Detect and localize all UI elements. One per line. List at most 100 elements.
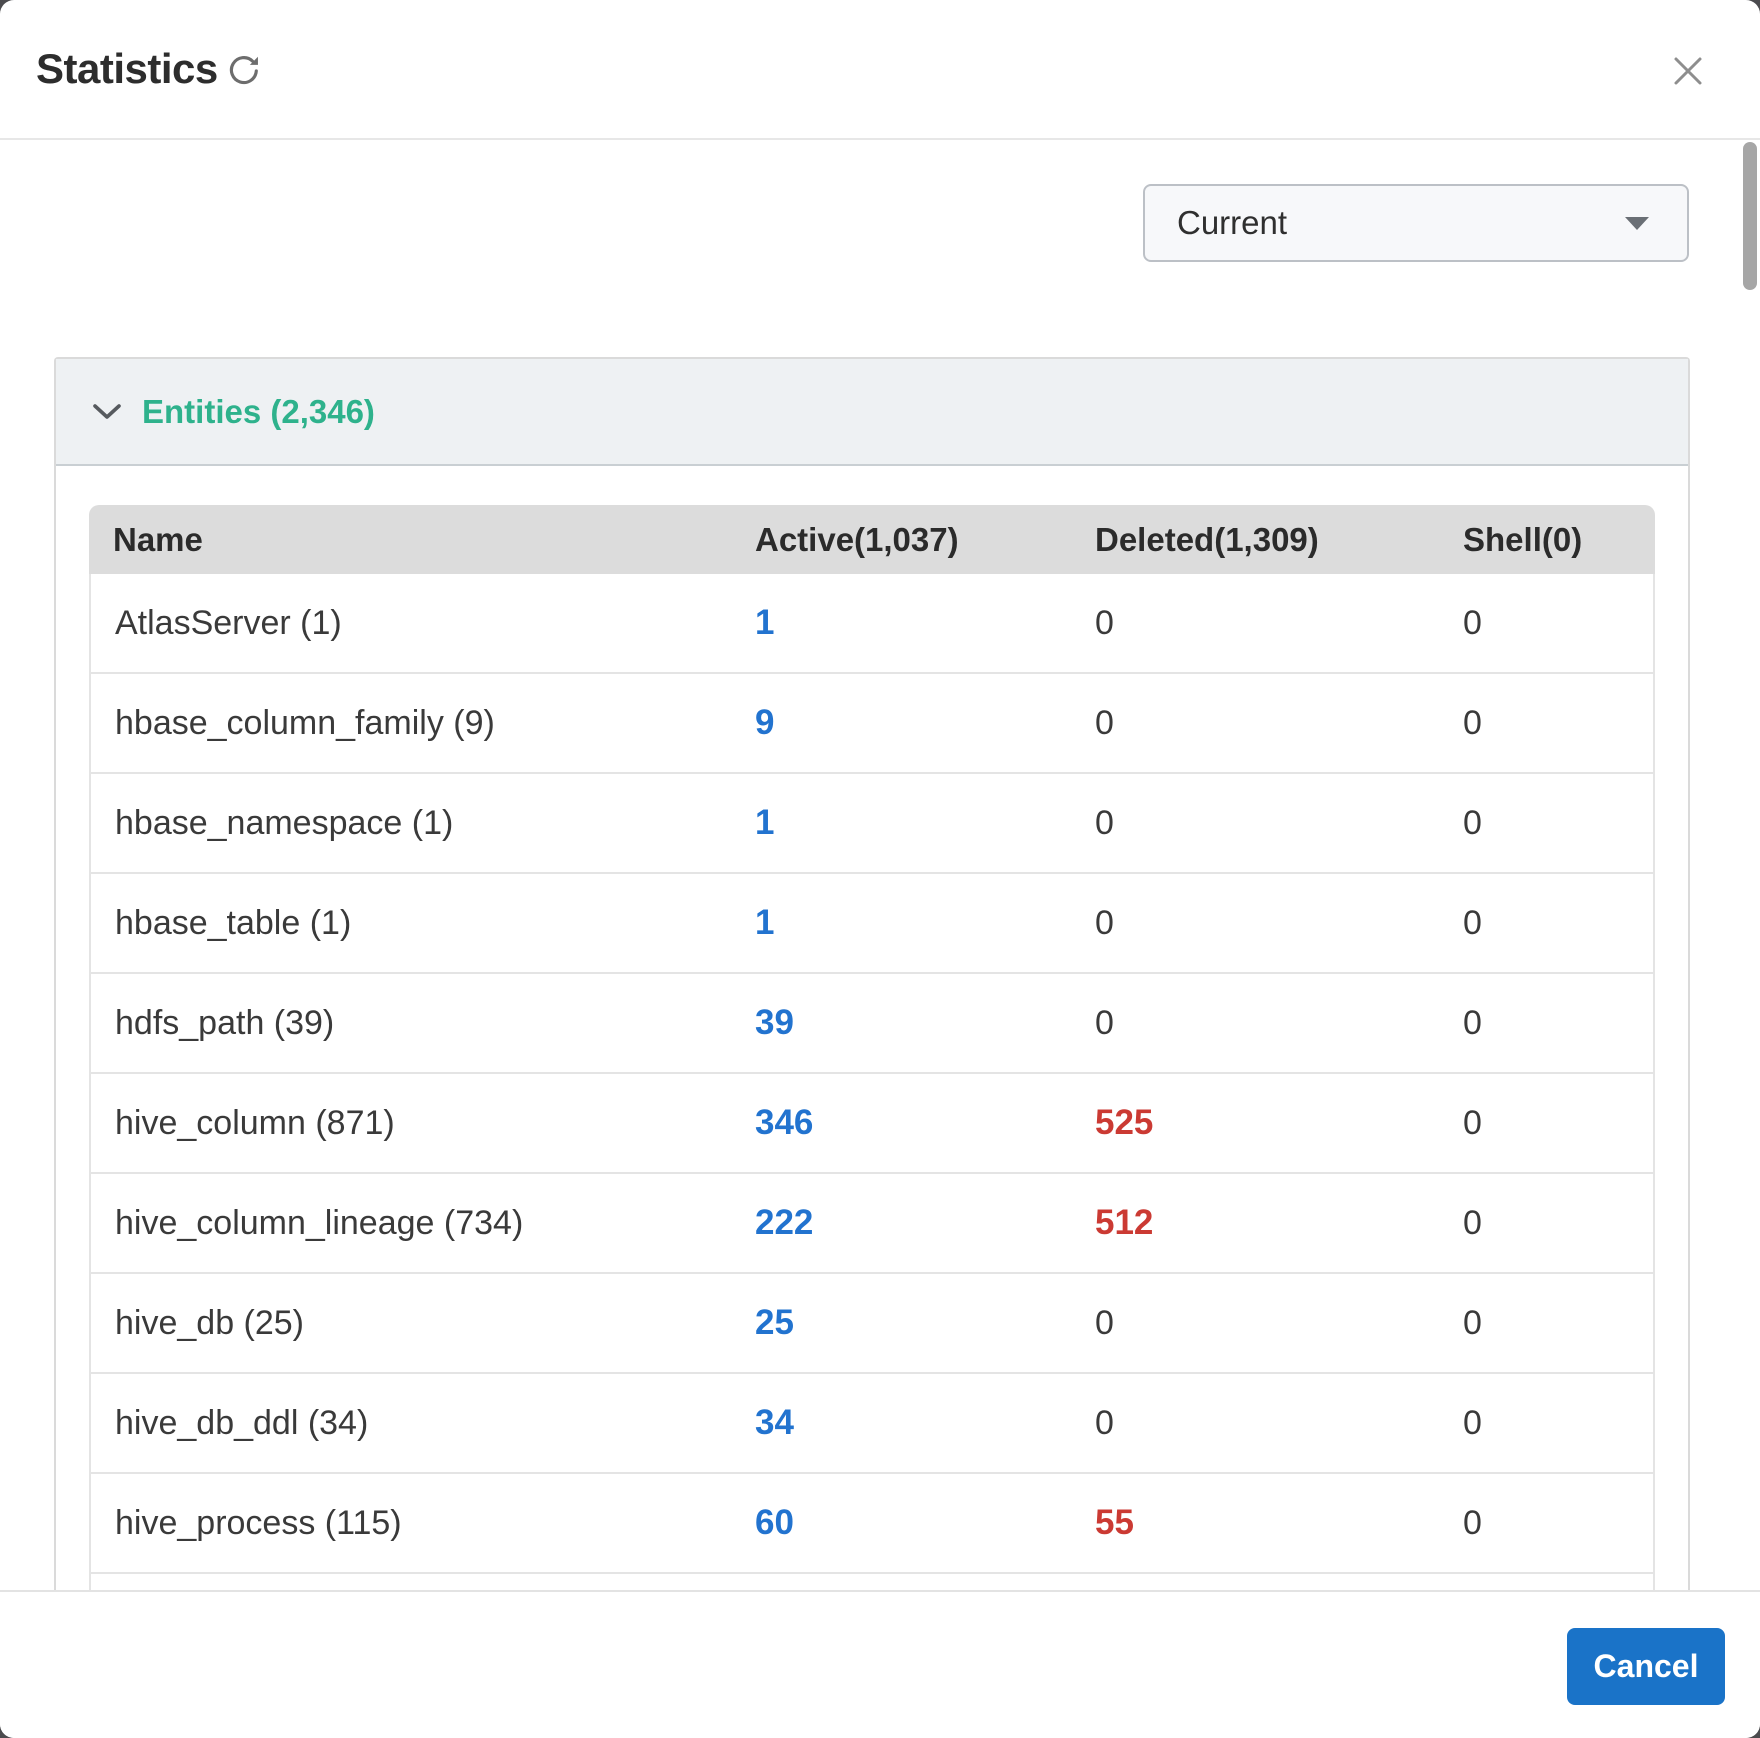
entity-name: hdfs_path (39) xyxy=(89,974,731,1074)
shell-count: 0 xyxy=(1439,574,1655,674)
modal-footer: Cancel xyxy=(0,1590,1760,1738)
count-link[interactable]: 55 xyxy=(1095,1503,1134,1542)
column-header-name: Name xyxy=(89,505,731,574)
count-value: 0 xyxy=(1095,804,1114,842)
entity-name: hbase_namespace (1) xyxy=(89,774,731,874)
close-icon xyxy=(1670,53,1708,89)
active-count xyxy=(731,1574,1071,1590)
shell-count: 0 xyxy=(1439,1274,1655,1374)
deleted-count: 0 xyxy=(1071,574,1439,674)
shell-count: 0 xyxy=(1439,774,1655,874)
active-count: 60 xyxy=(731,1474,1071,1574)
count-value: 0 xyxy=(1463,1504,1482,1542)
deleted-count: 0 xyxy=(1071,674,1439,774)
table-row: hdfs_path (39) 39 0 0 xyxy=(89,974,1655,1074)
shell-count: 0 xyxy=(1439,1174,1655,1274)
modal-header: Statistics xyxy=(0,0,1760,140)
cancel-button[interactable]: Cancel xyxy=(1567,1628,1725,1705)
deleted-count: 0 xyxy=(1071,1274,1439,1374)
deleted-count: 0 xyxy=(1071,774,1439,874)
close-button[interactable] xyxy=(1670,52,1708,90)
time-filter-value: Current xyxy=(1145,204,1625,242)
count-value: 0 xyxy=(1463,1104,1482,1142)
column-header-active: Active(1,037) xyxy=(731,505,1071,574)
entities-table: Name Active(1,037) Deleted(1,309) Shell(… xyxy=(89,505,1655,1590)
table-row: hive_db_ddl (34)3400 xyxy=(89,1374,1655,1474)
deleted-count: 525 xyxy=(1071,1074,1439,1174)
table-row: hive_db (25) 25 00 xyxy=(89,1274,1655,1374)
count-value: 0 xyxy=(1463,804,1482,842)
entity-name: hive_column_lineage (734) xyxy=(89,1174,731,1274)
count-link[interactable]: 9 xyxy=(755,703,774,742)
table-row: hive_column_lineage (734) 222 512 0 xyxy=(89,1174,1655,1274)
count-value: 0 xyxy=(1095,1004,1114,1042)
shell-count: 0 xyxy=(1439,974,1655,1074)
active-count: 1 xyxy=(731,574,1071,674)
active-count: 346 xyxy=(731,1074,1071,1174)
shell-count xyxy=(1439,1574,1655,1590)
count-link[interactable]: 512 xyxy=(1095,1203,1153,1242)
active-count: 39 xyxy=(731,974,1071,1074)
shell-count: 0 xyxy=(1439,674,1655,774)
column-header-shell: Shell(0) xyxy=(1439,505,1655,574)
caret-down-icon xyxy=(1625,217,1649,230)
count-link[interactable]: 1 xyxy=(755,803,774,842)
table-row: hive_column (871) 346 525 0 xyxy=(89,1074,1655,1174)
count-link[interactable]: 25 xyxy=(755,1303,794,1342)
count-link[interactable]: 222 xyxy=(755,1203,813,1242)
entity-name: AtlasServer (1) xyxy=(89,574,731,674)
active-count: 1 xyxy=(731,874,1071,974)
time-filter-dropdown[interactable]: Current xyxy=(1143,184,1689,262)
count-value: 0 xyxy=(1095,704,1114,742)
entities-panel: Entities (2,346) Name Active(1,037) Dele… xyxy=(54,357,1690,1590)
entity-name: hive_column (871) xyxy=(89,1074,731,1174)
entity-name xyxy=(89,1574,731,1590)
count-value: 0 xyxy=(1463,704,1482,742)
entity-name: hive_db (25) xyxy=(89,1274,731,1374)
modal-body: Current Entities (2,346) Name xyxy=(0,140,1760,1590)
entity-name: hbase_column_family (9) xyxy=(89,674,731,774)
count-link[interactable]: 1 xyxy=(755,903,774,942)
entities-section-title: Entities (2,346) xyxy=(142,393,375,431)
deleted-count: 0 xyxy=(1071,974,1439,1074)
table-row: hbase_namespace (1) 1 0 0 xyxy=(89,774,1655,874)
vertical-scrollbar-thumb[interactable] xyxy=(1743,142,1757,290)
shell-count: 0 xyxy=(1439,1474,1655,1574)
column-header-deleted: Deleted(1,309) xyxy=(1071,505,1439,574)
shell-count: 0 xyxy=(1439,874,1655,974)
count-value: 0 xyxy=(1095,904,1114,942)
count-link[interactable]: 346 xyxy=(755,1103,813,1142)
count-link[interactable]: 525 xyxy=(1095,1103,1153,1142)
deleted-count: 0 xyxy=(1071,874,1439,974)
count-value: 0 xyxy=(1095,1404,1114,1442)
deleted-count: 55 xyxy=(1071,1474,1439,1574)
page-title: Statistics xyxy=(36,0,218,138)
count-link[interactable]: 60 xyxy=(755,1503,794,1542)
table-header-row: Name Active(1,037) Deleted(1,309) Shell(… xyxy=(89,505,1655,574)
refresh-button[interactable] xyxy=(226,50,266,90)
statistics-modal: Statistics Current xyxy=(0,0,1760,1738)
active-count: 9 xyxy=(731,674,1071,774)
count-value: 0 xyxy=(1463,604,1482,642)
entities-section-header[interactable]: Entities (2,346) xyxy=(56,359,1688,466)
count-value: 0 xyxy=(1463,1404,1482,1442)
count-value: 0 xyxy=(1463,1204,1482,1242)
active-count: 25 xyxy=(731,1274,1071,1374)
active-count: 34 xyxy=(731,1374,1071,1474)
refresh-icon xyxy=(226,52,266,88)
table-row xyxy=(89,1574,1655,1590)
entity-name: hbase_table (1) xyxy=(89,874,731,974)
table-row: hive_process (115)60550 xyxy=(89,1474,1655,1574)
count-link[interactable]: 34 xyxy=(755,1403,794,1442)
chevron-down-icon xyxy=(92,403,122,421)
deleted-count xyxy=(1071,1574,1439,1590)
deleted-count: 512 xyxy=(1071,1174,1439,1274)
deleted-count: 0 xyxy=(1071,1374,1439,1474)
count-value: 0 xyxy=(1095,604,1114,642)
active-count: 222 xyxy=(731,1174,1071,1274)
entities-panel-body: Name Active(1,037) Deleted(1,309) Shell(… xyxy=(56,466,1688,1590)
count-link[interactable]: 1 xyxy=(755,603,774,642)
count-value: 0 xyxy=(1463,1004,1482,1042)
count-link[interactable]: 39 xyxy=(755,1003,794,1042)
shell-count: 0 xyxy=(1439,1074,1655,1174)
